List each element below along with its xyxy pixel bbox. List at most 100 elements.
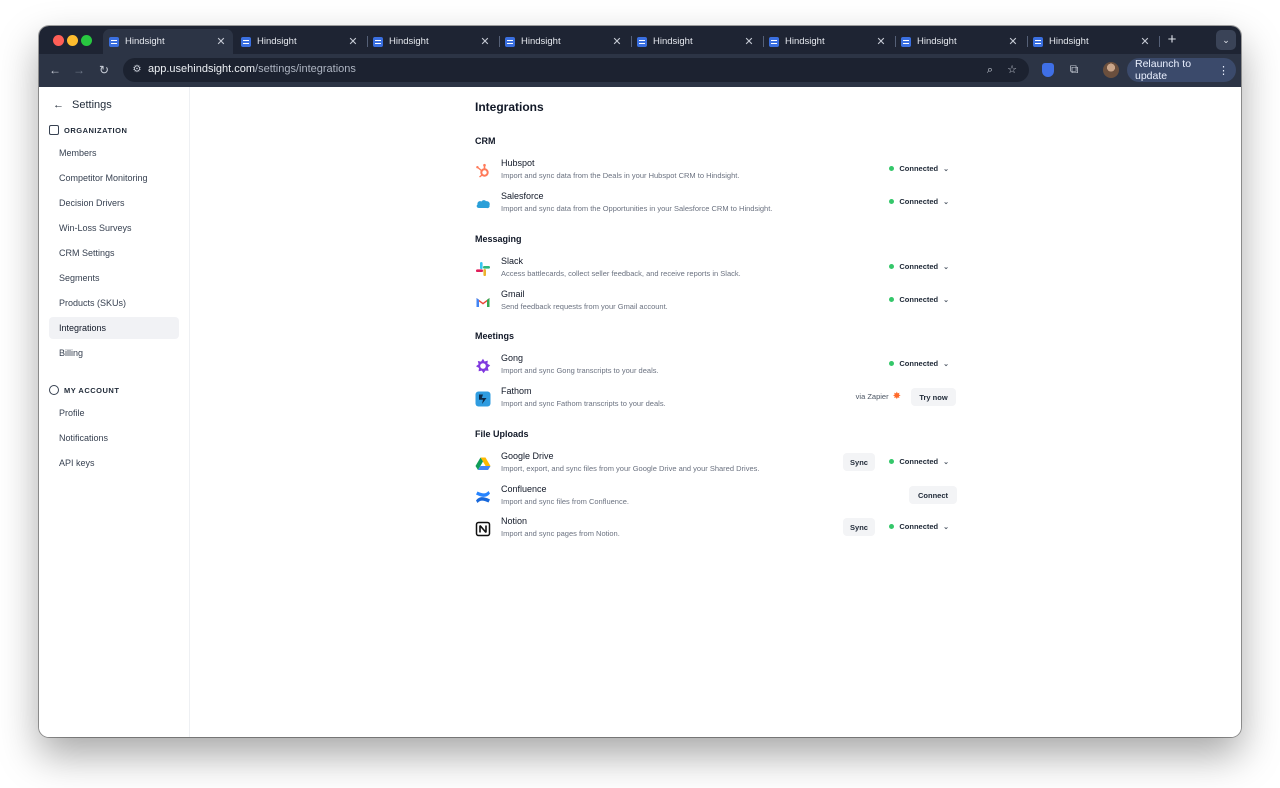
- zapier-icon: ✸: [892, 390, 901, 402]
- new-tab-button[interactable]: +: [1164, 31, 1180, 49]
- sidebar-item-competitor-monitoring[interactable]: Competitor Monitoring: [49, 167, 179, 189]
- sidebar-item-win-loss-surveys[interactable]: Win-Loss Surveys: [49, 217, 179, 239]
- maximize-window-button[interactable]: [81, 35, 92, 46]
- connected-status-dropdown[interactable]: Connected ⌄: [889, 262, 949, 271]
- reload-icon[interactable]: ↻: [96, 62, 112, 78]
- integration-description: Import and sync pages from Notion.: [501, 529, 620, 538]
- url-host: app.usehindsight.com: [148, 63, 256, 75]
- chevron-down-icon: ⌄: [943, 165, 949, 173]
- integration-description: Import and sync data from the Opportunit…: [501, 204, 773, 213]
- building-icon: [49, 125, 59, 135]
- integration-description: Import and sync Fathom transcripts to yo…: [501, 399, 666, 408]
- connected-dot: [889, 524, 895, 529]
- more-options-icon[interactable]: ⋮: [1218, 64, 1229, 77]
- connected-status-dropdown[interactable]: Connected ⌄: [889, 164, 949, 173]
- integration-description: Import and sync Gong transcripts to your…: [501, 366, 659, 375]
- close-tab-icon[interactable]: ✕: [479, 35, 491, 48]
- integration-description: Send feedback requests from your Gmail a…: [501, 302, 668, 311]
- browser-tab[interactable]: Hindsight ✕: [1027, 29, 1157, 54]
- hindsight-favicon-icon: [901, 36, 911, 47]
- integration-row-gmail: Gmail Send feedback requests from your G…: [475, 288, 957, 318]
- forward-arrow-icon[interactable]: →: [71, 62, 87, 78]
- sidebar-item-crm-settings[interactable]: CRM Settings: [49, 242, 179, 264]
- connected-dot: [889, 264, 895, 269]
- connected-status-dropdown[interactable]: Connected ⌄: [889, 457, 949, 466]
- status-label: Connected: [899, 197, 939, 206]
- integration-name: Slack: [501, 256, 524, 266]
- close-tab-icon[interactable]: ✕: [875, 35, 887, 48]
- google-drive-icon: [475, 456, 491, 472]
- browser-tab[interactable]: Hindsight ✕: [895, 29, 1025, 54]
- sidebar-item-billing[interactable]: Billing: [49, 342, 179, 364]
- close-tab-icon[interactable]: ✕: [347, 35, 359, 48]
- tab-search-chevron-icon[interactable]: ⌄: [1216, 30, 1236, 50]
- integration-description: Import and sync data from the Deals in y…: [501, 171, 740, 180]
- connected-status-dropdown[interactable]: Connected ⌄: [889, 359, 949, 368]
- zoom-magnifier-icon[interactable]: ⌕: [983, 63, 997, 77]
- tab-divider: [1159, 36, 1160, 47]
- chevron-down-icon: ⌄: [943, 458, 949, 466]
- browser-tab[interactable]: Hindsight ✕: [367, 29, 497, 54]
- site-settings-icon[interactable]: ⚙: [131, 64, 143, 76]
- bookmark-star-icon[interactable]: ☆: [1005, 63, 1019, 77]
- integration-row-gong: Gong Import and sync Gong transcripts to…: [475, 352, 957, 382]
- hindsight-favicon-icon: [373, 36, 383, 47]
- integration-row-fathom: Fathom Import and sync Fathom transcript…: [475, 385, 957, 415]
- browser-tab[interactable]: Hindsight ✕: [763, 29, 893, 54]
- chevron-down-icon: ⌄: [943, 296, 949, 304]
- extensions-puzzle-icon[interactable]: ⧉: [1067, 62, 1081, 76]
- status-label: Connected: [899, 295, 939, 304]
- browser-toolbar: ← → ↻ ⚙ app.usehindsight.com/settings/in…: [39, 54, 1241, 87]
- sidebar-item-integrations[interactable]: Integrations: [49, 317, 179, 339]
- browser-tab[interactable]: Hindsight ✕: [103, 29, 233, 54]
- close-tab-icon[interactable]: ✕: [1007, 35, 1019, 48]
- sidebar-item-decision-drivers[interactable]: Decision Drivers: [49, 192, 179, 214]
- group-title-crm: CRM: [475, 136, 496, 146]
- sidebar-item-api-keys[interactable]: API keys: [49, 452, 179, 474]
- organization-section-header: ORGANIZATION: [49, 125, 127, 135]
- address-bar[interactable]: ⚙ app.usehindsight.com/settings/integrat…: [123, 58, 1029, 82]
- sidebar-item-notifications[interactable]: Notifications: [49, 427, 179, 449]
- settings-back-link[interactable]: ← Settings: [53, 99, 112, 111]
- connect-button[interactable]: Connect: [909, 486, 957, 504]
- try-now-button[interactable]: Try now: [911, 388, 956, 406]
- connected-status-dropdown[interactable]: Connected ⌄: [889, 295, 949, 304]
- group-title-file-uploads: File Uploads: [475, 429, 529, 439]
- minimize-window-button[interactable]: [67, 35, 78, 46]
- via-label: via Zapier: [855, 392, 889, 401]
- close-tab-icon[interactable]: ✕: [743, 35, 755, 48]
- connected-status-dropdown[interactable]: Connected ⌄: [889, 197, 949, 206]
- browser-window: Hindsight ✕ Hindsight ✕ Hindsight ✕ Hind…: [39, 26, 1241, 737]
- browser-tab[interactable]: Hindsight ✕: [235, 29, 365, 54]
- integration-row-slack: Slack Access battlecards, collect seller…: [475, 255, 957, 285]
- sync-button[interactable]: Sync: [843, 453, 875, 471]
- close-tab-icon[interactable]: ✕: [611, 35, 623, 48]
- settings-title: Settings: [72, 99, 112, 111]
- connected-dot: [889, 459, 895, 464]
- sidebar-item-products[interactable]: Products (SKUs): [49, 292, 179, 314]
- browser-tab[interactable]: Hindsight ✕: [631, 29, 761, 54]
- close-tab-icon[interactable]: ✕: [215, 35, 227, 48]
- sidebar-item-segments[interactable]: Segments: [49, 267, 179, 289]
- status-label: Connected: [899, 457, 939, 466]
- browser-tab[interactable]: Hindsight ✕: [499, 29, 629, 54]
- status-label: Connected: [899, 262, 939, 271]
- integration-name: Fathom: [501, 386, 532, 396]
- integration-name: Gong: [501, 353, 524, 363]
- bitwarden-extension-icon[interactable]: [1042, 63, 1054, 77]
- status-label: Connected: [899, 522, 939, 531]
- tab-title: Hindsight: [1049, 36, 1089, 47]
- close-window-button[interactable]: [53, 35, 64, 46]
- connected-status-dropdown[interactable]: Connected ⌄: [889, 522, 949, 531]
- profile-avatar[interactable]: [1103, 62, 1119, 78]
- my-account-section-header: MY ACCOUNT: [49, 385, 119, 395]
- relaunch-to-update-button[interactable]: Relaunch to update ⋮: [1127, 58, 1236, 82]
- sync-button[interactable]: Sync: [843, 518, 875, 536]
- tab-title: Hindsight: [917, 36, 957, 47]
- sidebar-item-profile[interactable]: Profile: [49, 402, 179, 424]
- close-tab-icon[interactable]: ✕: [1139, 35, 1151, 48]
- integration-description: Import, export, and sync files from your…: [501, 464, 760, 473]
- status-label: Connected: [899, 359, 939, 368]
- sidebar-item-members[interactable]: Members: [49, 142, 179, 164]
- back-arrow-icon[interactable]: ←: [47, 62, 63, 78]
